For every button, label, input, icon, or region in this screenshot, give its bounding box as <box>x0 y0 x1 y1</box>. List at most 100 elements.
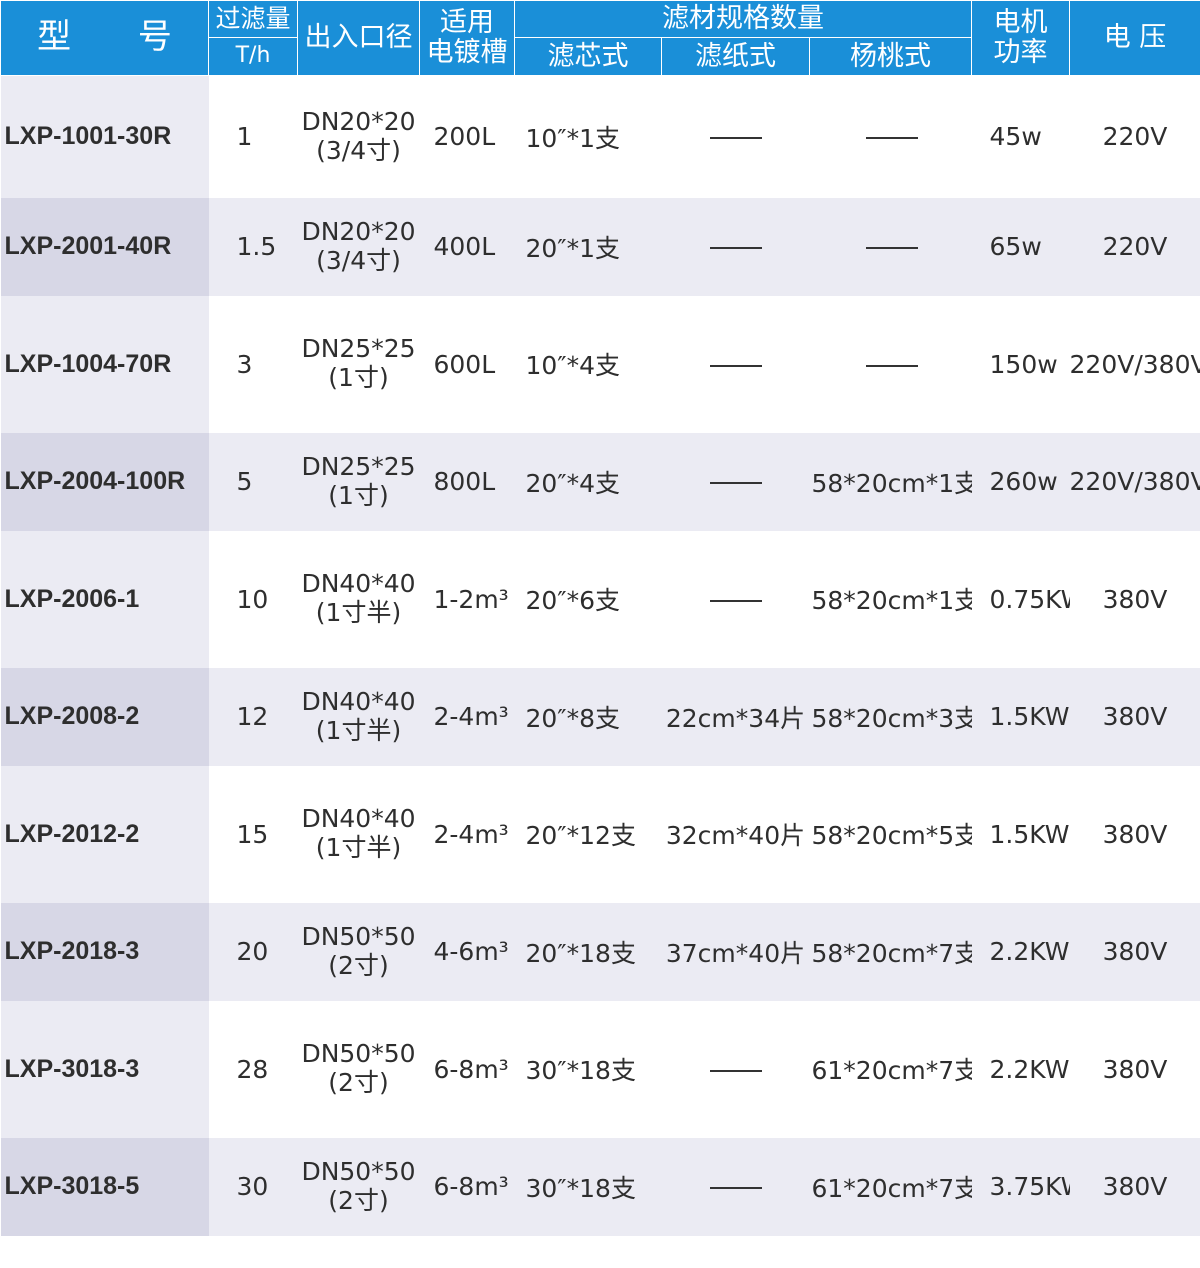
cell-cartridge: 20″*4支 <box>514 432 662 531</box>
cell-bayberry: 58*20cm*7支 <box>809 902 972 1001</box>
cell-paper-empty <box>661 1000 810 1138</box>
cell-port: DN40*40 (1寸半) <box>297 765 420 903</box>
header-tank-line2: 电镀槽 <box>426 37 508 68</box>
header-tank: 适用 电镀槽 <box>419 0 515 76</box>
dash-line <box>709 364 762 367</box>
cell-bayberry: 61*20cm*7支 <box>809 1000 972 1138</box>
cell-flow: 1 <box>208 75 298 198</box>
cell-tank: 2-4m³ <box>419 765 515 903</box>
cell-port: DN50*50 (2寸) <box>297 902 420 1001</box>
cell-paper-empty <box>661 197 810 296</box>
cell-model: LXP-1004-70R <box>0 295 209 433</box>
cell-flow: 20 <box>208 902 298 1001</box>
cell-voltage: 380V <box>1069 1137 1200 1236</box>
cell-port-size: DN50*50 <box>301 1039 416 1069</box>
cell-tank: 800L <box>419 432 515 531</box>
dash-line <box>709 1069 762 1072</box>
dash-line <box>709 137 762 140</box>
table-body: LXP-1001-30R 1 DN20*20 (3/4寸) 200L 10″*1支 45w 2… <box>0 75 1200 1236</box>
cell-voltage: 380V <box>1069 530 1200 668</box>
dash-line <box>865 137 918 140</box>
cell-cartridge: 20″*6支 <box>514 530 662 668</box>
cell-power: 65w <box>971 197 1070 296</box>
dash-line <box>709 1187 762 1189</box>
cell-flow: 28 <box>208 1000 298 1138</box>
table-row: LXP-2001-40R 1.5 DN20*20 (3/4寸) 400L 20″*1支 65… <box>0 197 1200 296</box>
cell-port-size: DN20*20 <box>301 107 416 136</box>
cell-bayberry: 58*20cm*5支 <box>809 765 972 903</box>
table-row: LXP-2008-2 12 DN40*40 (1寸半) 2-4m³ 20″*8支 22cm*… <box>0 667 1200 766</box>
table-row: LXP-2012-2 15 DN40*40 (1寸半) 2-4m³ 20″*12支 32cm… <box>0 765 1200 903</box>
cell-cartridge: 10″*1支 <box>514 75 662 198</box>
cell-flow: 12 <box>208 667 298 766</box>
cell-voltage: 380V <box>1069 1000 1200 1138</box>
table-row: LXP-2006-1 10 DN40*40 (1寸半) 1-2m³ 20″*6支 58*20… <box>0 530 1200 668</box>
cell-cartridge: 20″*18支 <box>514 902 662 1001</box>
dash-line <box>709 482 762 484</box>
cell-cartridge: 30″*18支 <box>514 1137 662 1236</box>
cell-port: DN20*20 (3/4寸) <box>297 197 420 296</box>
cell-tank: 4-6m³ <box>419 902 515 1001</box>
cell-port-inch: (2寸) <box>328 950 389 980</box>
cell-port-size: DN40*40 <box>301 569 416 599</box>
cell-flow: 5 <box>208 432 298 531</box>
cell-port-inch: (3/4寸) <box>316 135 401 165</box>
cell-power: 0.75KW <box>971 530 1070 668</box>
cell-power: 260w <box>971 432 1070 531</box>
cell-cartridge: 20″*8支 <box>514 667 662 766</box>
cell-port-inch: (1寸半) <box>315 598 402 627</box>
cell-flow: 1.5 <box>208 197 298 296</box>
header-flow-unit: T/h <box>208 37 298 76</box>
spec-table: 型 号 过滤量 出入口径 适用 电镀槽 滤材规格数量 电机 功率 电 压 T/h… <box>0 0 1200 1236</box>
cell-port-inch: (3/4寸) <box>316 245 401 275</box>
cell-power: 150w <box>971 295 1070 433</box>
cell-voltage: 220V <box>1069 197 1200 296</box>
cell-tank: 6-8m³ <box>419 1137 515 1236</box>
cell-port-inch: (1寸) <box>328 363 389 392</box>
cell-tank: 200L <box>419 75 515 198</box>
cell-bayberry-empty <box>809 295 972 433</box>
cell-flow: 15 <box>208 765 298 903</box>
cell-port-inch: (2寸) <box>328 1185 389 1215</box>
cell-voltage: 220V/380V <box>1069 432 1200 531</box>
header-bayberry: 杨桃式 <box>808 37 973 76</box>
table-row: LXP-2018-3 20 DN50*50 (2寸) 4-6m³ 20″*18支 37cm*… <box>0 902 1200 1001</box>
cell-bayberry-empty <box>809 197 972 296</box>
cell-flow: 30 <box>208 1137 298 1236</box>
cell-port: DN50*50 (2寸) <box>297 1137 420 1236</box>
cell-port-inch: (2寸) <box>328 1068 389 1097</box>
cell-bayberry: 61*20cm*7支 <box>809 1137 972 1236</box>
cell-port-inch: (1寸) <box>328 480 389 510</box>
header-voltage: 电 压 <box>1069 0 1200 76</box>
table-row: LXP-2004-100R 5 DN25*25 (1寸) 800L 20″*4支 58*20… <box>0 432 1200 531</box>
cell-port: DN40*40 (1寸半) <box>297 530 420 668</box>
dash-line <box>709 247 762 249</box>
dash-line <box>709 599 762 602</box>
dash-line <box>865 364 918 367</box>
cell-paper-empty <box>661 530 810 668</box>
cell-model: LXP-2001-40R <box>0 197 209 296</box>
header-power-line1: 电机 <box>993 7 1048 39</box>
cell-model: LXP-2006-1 <box>0 530 209 668</box>
cell-port-size: DN20*20 <box>301 216 416 246</box>
header-inlet-outlet: 出入口径 <box>297 0 420 76</box>
cell-bayberry: 58*20cm*1支 <box>809 530 972 668</box>
header-power-line2: 功率 <box>993 37 1048 68</box>
table-row: LXP-3018-3 28 DN50*50 (2寸) 6-8m³ 30″*18支 61*20… <box>0 1000 1200 1138</box>
cell-port: DN25*25 (1寸) <box>297 295 420 433</box>
header-tank-line1: 适用 <box>440 7 494 39</box>
cell-model: LXP-2008-2 <box>0 667 209 766</box>
cell-paper-empty <box>661 432 810 531</box>
cell-paper: 37cm*40片 <box>661 902 810 1001</box>
header-model: 型 号 <box>0 0 209 76</box>
cell-model: LXP-1001-30R <box>0 75 209 198</box>
cell-power: 2.2KW <box>971 902 1070 1001</box>
cell-tank: 400L <box>419 197 515 296</box>
header-cartridge: 滤芯式 <box>514 37 662 76</box>
cell-bayberry: 58*20cm*3支 <box>809 667 972 766</box>
table-header: 型 号 过滤量 出入口径 适用 电镀槽 滤材规格数量 电机 功率 电 压 T/h… <box>0 0 1200 76</box>
dash-line <box>865 247 918 249</box>
cell-voltage: 220V/380V <box>1069 295 1200 433</box>
cell-voltage: 380V <box>1069 765 1200 903</box>
cell-paper: 22cm*34片 <box>661 667 810 766</box>
